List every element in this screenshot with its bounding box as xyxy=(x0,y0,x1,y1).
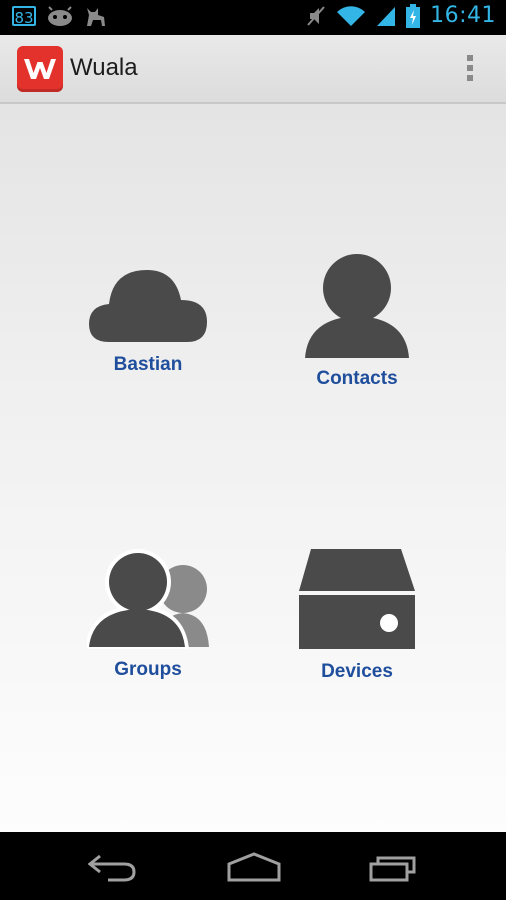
status-bar: 83 16:41 xyxy=(0,0,506,35)
tile-label-bastian: Bastian xyxy=(113,354,183,375)
tile-devices[interactable]: Devices xyxy=(257,547,457,683)
tile-label-groups: Groups xyxy=(114,659,182,680)
navigation-bar xyxy=(0,832,506,900)
tile-groups[interactable]: Groups xyxy=(48,549,248,681)
app-title: Wuala xyxy=(70,54,138,81)
tile-contacts[interactable]: Contacts xyxy=(257,254,457,390)
home-icon[interactable] xyxy=(226,850,282,884)
recent-apps-icon[interactable] xyxy=(368,850,420,884)
signal-icon xyxy=(377,6,396,26)
notification-count-icon: 83 xyxy=(12,6,36,27)
wifi-icon xyxy=(337,5,366,26)
app-logo-icon[interactable] xyxy=(17,46,63,92)
main-content: Bastian Contacts Groups Devices xyxy=(0,104,506,832)
battery-charging-icon xyxy=(406,3,421,28)
cloud-icon xyxy=(89,270,207,342)
person-icon xyxy=(305,254,409,358)
tile-label-devices: Devices xyxy=(321,661,393,682)
group-icon xyxy=(87,549,209,649)
back-icon[interactable] xyxy=(88,850,138,884)
tile-label-contacts: Contacts xyxy=(316,368,398,389)
tile-bastian[interactable]: Bastian xyxy=(48,264,248,376)
overflow-menu-icon[interactable] xyxy=(464,55,476,85)
clock: 16:41 xyxy=(430,3,496,28)
action-bar: Wuala xyxy=(0,35,506,104)
android-debug-icon xyxy=(48,6,72,26)
mute-icon xyxy=(307,5,325,26)
cat-icon xyxy=(87,8,105,26)
drive-icon xyxy=(299,549,415,649)
